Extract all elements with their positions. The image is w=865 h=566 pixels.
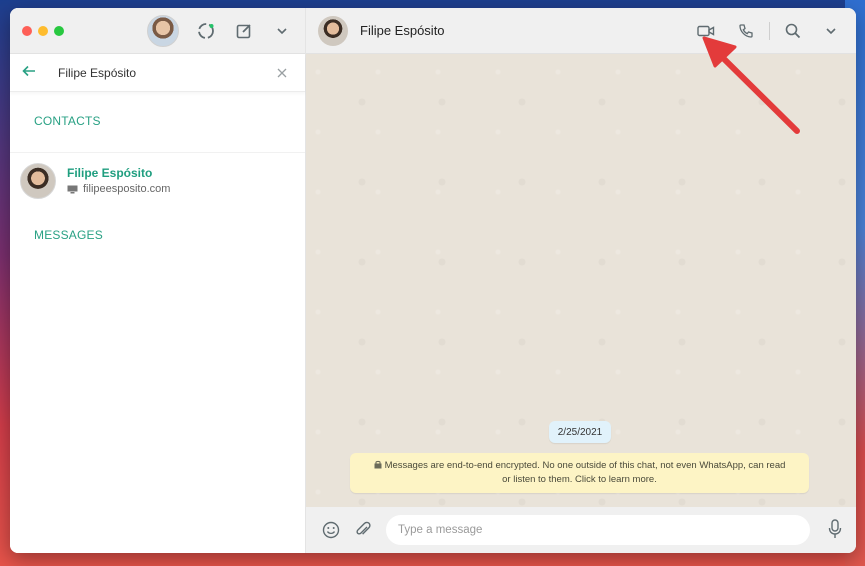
emoji-icon[interactable] <box>320 519 342 541</box>
chat-title[interactable]: Filipe Espósito <box>360 23 445 38</box>
encryption-notice-line2: or listen to them. Click to learn more. <box>502 474 657 485</box>
date-chip: 2/25/2021 <box>549 421 611 443</box>
contact-avatar <box>20 162 56 199</box>
message-composer <box>306 507 856 553</box>
sidebar-tools <box>147 15 293 47</box>
attach-icon[interactable] <box>352 519 374 541</box>
close-window-button[interactable] <box>22 25 32 36</box>
contacts-section-label: CONTACTS <box>34 114 101 128</box>
video-call-icon[interactable] <box>695 20 717 42</box>
mic-icon[interactable] <box>828 519 842 544</box>
search-input[interactable]: Filipe Espósito <box>58 66 136 80</box>
chevron-down-icon[interactable] <box>820 20 842 42</box>
encryption-notice-line1: Messages are end-to-end encrypted. No on… <box>384 460 786 471</box>
chevron-down-icon[interactable] <box>271 20 293 42</box>
message-input[interactable] <box>386 515 810 545</box>
chat-header: Filipe Espósito <box>306 8 856 54</box>
chat-actions <box>695 20 842 42</box>
sidebar: Filipe Espósito CONTACTS Filipe Espósito… <box>10 8 306 553</box>
chat-contact-avatar[interactable] <box>318 15 348 46</box>
minimize-window-button[interactable] <box>38 25 48 36</box>
whatsapp-window: Filipe Espósito CONTACTS Filipe Espósito… <box>10 8 856 553</box>
lock-icon <box>374 460 382 469</box>
phone-icon[interactable] <box>735 20 757 42</box>
chat-panel: Filipe Espósito 2/25/2021 Messages are e… <box>306 8 856 553</box>
zoom-window-button[interactable] <box>54 25 64 36</box>
header-divider <box>769 22 770 40</box>
window-controls <box>22 25 64 36</box>
sidebar-header <box>10 8 305 54</box>
profile-avatar[interactable] <box>147 15 179 47</box>
close-icon[interactable] <box>277 65 287 83</box>
encryption-notice[interactable]: Messages are end-to-end encrypted. No on… <box>350 453 809 493</box>
new-chat-icon[interactable] <box>233 20 255 42</box>
chat-messages-area: 2/25/2021 Messages are end-to-end encryp… <box>306 54 856 507</box>
website-icon <box>67 185 78 193</box>
search-bar: Filipe Espósito <box>10 54 305 92</box>
status-icon[interactable] <box>195 20 217 42</box>
contact-name: Filipe Espósito <box>67 166 153 180</box>
contact-info: Filipe Espósito filipeesposito.com <box>67 166 170 195</box>
contact-list-item[interactable]: Filipe Espósito filipeesposito.com <box>10 152 305 200</box>
contact-website: filipeesposito.com <box>83 183 171 195</box>
search-icon[interactable] <box>782 20 804 42</box>
contact-subtitle: filipeesposito.com <box>67 183 170 195</box>
back-arrow-icon[interactable] <box>22 64 36 82</box>
messages-section-label: MESSAGES <box>34 228 103 242</box>
